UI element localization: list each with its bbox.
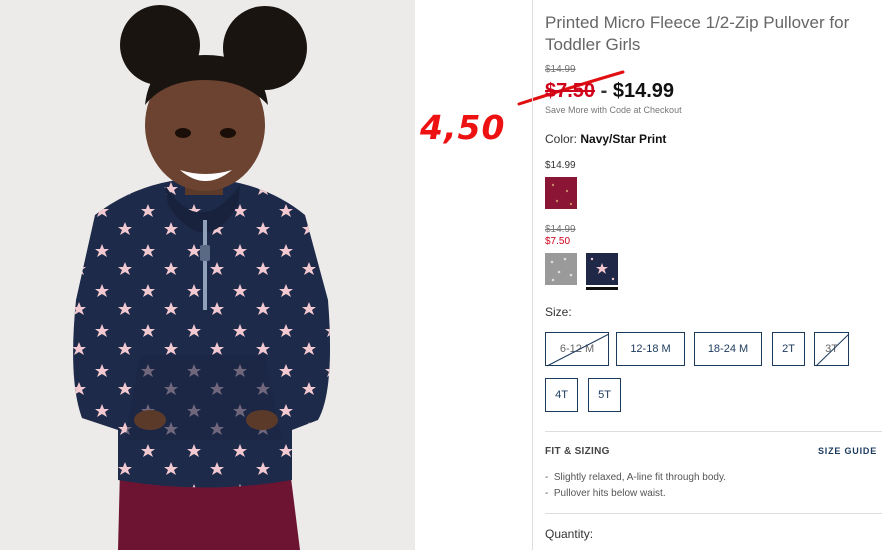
panel-divider bbox=[532, 0, 533, 550]
handwritten-price-note: 4,50 bbox=[420, 108, 506, 147]
swatch-burgundy[interactable] bbox=[545, 177, 577, 209]
color-label: Color: bbox=[545, 132, 578, 146]
section-divider bbox=[545, 431, 882, 432]
size-option-label: 18-24 M bbox=[707, 343, 749, 355]
price-separator: - bbox=[600, 80, 608, 102]
fit-sizing-heading: FIT & SIZING bbox=[545, 446, 610, 457]
swatch-group-price: $14.99 bbox=[545, 160, 576, 171]
swatch-gray[interactable] bbox=[545, 253, 577, 285]
selected-color-name: Navy/Star Print bbox=[580, 132, 667, 146]
size-option-5t[interactable]: 5T bbox=[588, 378, 621, 412]
size-option-12-18m[interactable]: 12-18 M bbox=[616, 332, 685, 366]
selected-swatch-indicator bbox=[586, 287, 618, 290]
list-item: - Pullover hits below waist. bbox=[545, 488, 666, 499]
section-divider bbox=[545, 513, 882, 514]
fit-details-list: - Slightly relaxed, A-line fit through b… bbox=[545, 470, 726, 502]
size-label: Size: bbox=[545, 305, 572, 319]
size-guide-link[interactable]: SIZE GUIDE bbox=[818, 446, 877, 456]
product-info-panel: Printed Micro Fleece 1/2-Zip Pullover fo… bbox=[545, 0, 882, 550]
color-selection: Color: Navy/Star Print bbox=[545, 132, 666, 146]
swatch-navy-star[interactable] bbox=[586, 253, 618, 285]
regular-price: $14.99 bbox=[612, 80, 675, 102]
size-option-6-12m[interactable]: 6-12 M bbox=[545, 332, 610, 367]
swatch-group-sale-price: $7.50 bbox=[545, 236, 571, 247]
size-option-2t[interactable]: 2T bbox=[772, 332, 805, 366]
product-title: Printed Micro Fleece 1/2-Zip Pullover fo… bbox=[545, 13, 850, 54]
list-item: - Slightly relaxed, A-line fit through b… bbox=[545, 472, 727, 483]
sale-price: $7.50 bbox=[545, 80, 596, 102]
fit-bullet-text: Pullover hits below waist. bbox=[553, 488, 666, 499]
fit-bullet-text: Slightly relaxed, A-line fit through bod… bbox=[553, 472, 727, 483]
size-option-label: 4T bbox=[555, 389, 568, 401]
size-option-18-24m[interactable]: 18-24 M bbox=[694, 332, 762, 366]
product-image-illustration bbox=[0, 0, 415, 550]
size-option-label: 12-18 M bbox=[630, 343, 671, 355]
quantity-label: Quantity: bbox=[545, 527, 594, 541]
product-photo[interactable] bbox=[0, 0, 415, 550]
price-range: $7.50 - $14.99 bbox=[545, 80, 674, 103]
size-option-label: 2T bbox=[782, 343, 795, 355]
size-option-4t[interactable]: 4T bbox=[545, 378, 578, 412]
promo-text: Save More with Code at Checkout bbox=[545, 105, 682, 115]
size-option-label: 5T bbox=[598, 389, 611, 401]
original-price: $14.99 bbox=[545, 64, 576, 75]
swatch-group-original-price: $14.99 bbox=[545, 224, 576, 235]
size-option-3t[interactable]: 3T bbox=[814, 332, 850, 367]
